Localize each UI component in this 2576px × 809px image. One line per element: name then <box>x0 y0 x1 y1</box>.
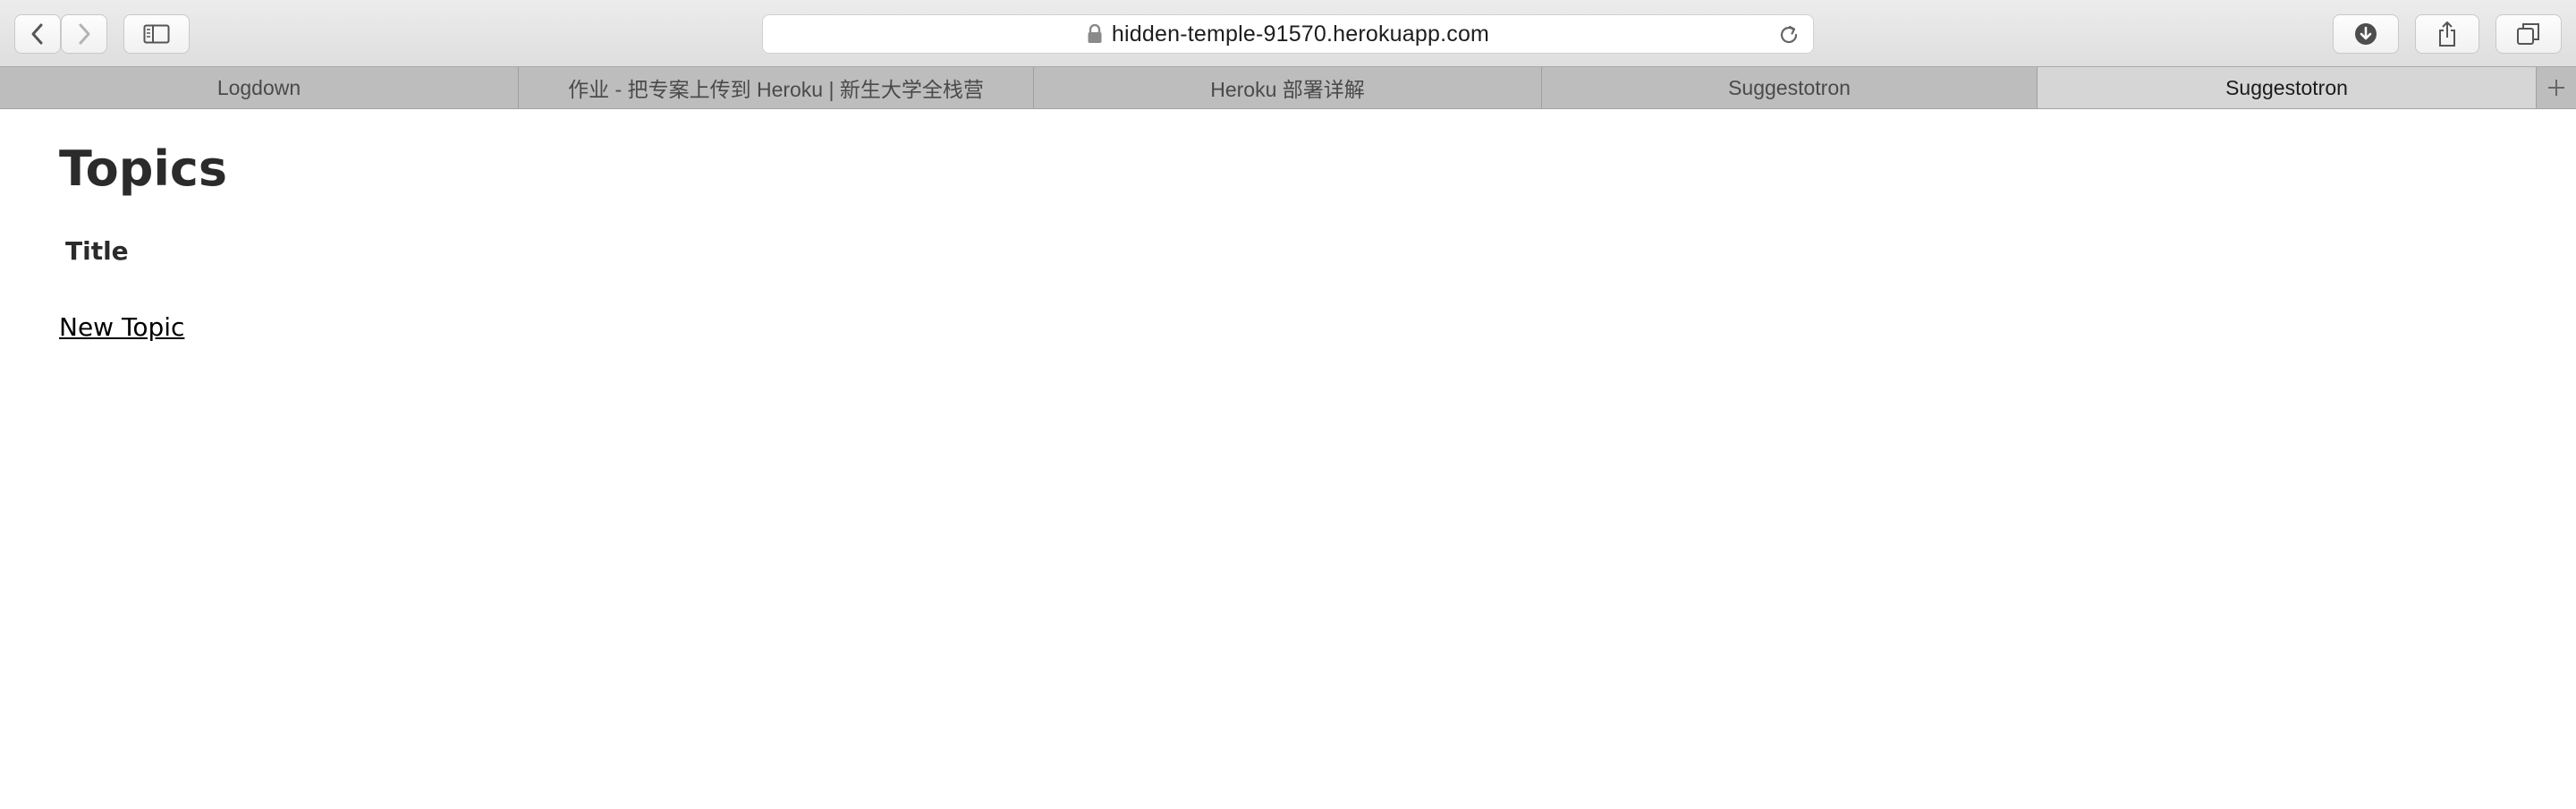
new-topic-link[interactable]: New Topic <box>59 315 184 340</box>
browser-toolbar: hidden-temple-91570.herokuapp.com <box>0 0 2576 66</box>
tab-label: Logdown <box>216 75 301 99</box>
tab-heroku-deploy[interactable]: Heroku 部署详解 <box>1034 67 1542 108</box>
back-button[interactable] <box>14 14 61 54</box>
tab-label: Suggestotron <box>1728 75 1851 99</box>
share-button[interactable] <box>2415 14 2479 54</box>
page-content: Topics Title New Topic <box>0 109 2576 809</box>
download-icon <box>2355 23 2377 45</box>
tab-suggestotron[interactable]: Suggestotron <box>1542 67 2038 108</box>
sidebar-icon <box>143 24 170 44</box>
tabs-overview-icon <box>2517 23 2539 45</box>
tab-label: Heroku 部署详解 <box>1210 78 1365 101</box>
sidebar-button[interactable] <box>123 14 190 54</box>
plus-icon <box>2548 80 2564 96</box>
share-icon <box>2439 21 2455 47</box>
tab-label: Suggestotron <box>2225 75 2348 99</box>
downloads-button[interactable] <box>2333 14 2399 54</box>
new-tab-button[interactable] <box>2537 67 2576 108</box>
url-text: hidden-temple-91570.herokuapp.com <box>1111 21 1490 47</box>
reload-icon[interactable] <box>1777 23 1801 47</box>
page-title: Topics <box>59 141 228 197</box>
tab-bar: Logdown 作业 - 把专案上传到 Heroku | 新生大学全栈营 Her… <box>0 66 2576 109</box>
forward-button[interactable] <box>61 14 107 54</box>
chevron-right-icon <box>79 23 90 45</box>
tab-logdown[interactable]: Logdown <box>0 67 519 108</box>
tab-heroku-assignment[interactable]: 作业 - 把专案上传到 Heroku | 新生大学全栈营 <box>519 67 1034 108</box>
lock-icon <box>1088 24 1102 43</box>
tab-suggestotron-active[interactable]: Suggestotron <box>2038 67 2537 108</box>
tabs-overview-button[interactable] <box>2496 14 2562 54</box>
chevron-left-icon <box>31 23 43 45</box>
address-bar[interactable]: hidden-temple-91570.herokuapp.com <box>762 14 1814 54</box>
table-header-title: Title <box>65 236 129 266</box>
tab-label: 作业 - 把专案上传到 Heroku | 新生大学全栈营 <box>568 78 984 101</box>
